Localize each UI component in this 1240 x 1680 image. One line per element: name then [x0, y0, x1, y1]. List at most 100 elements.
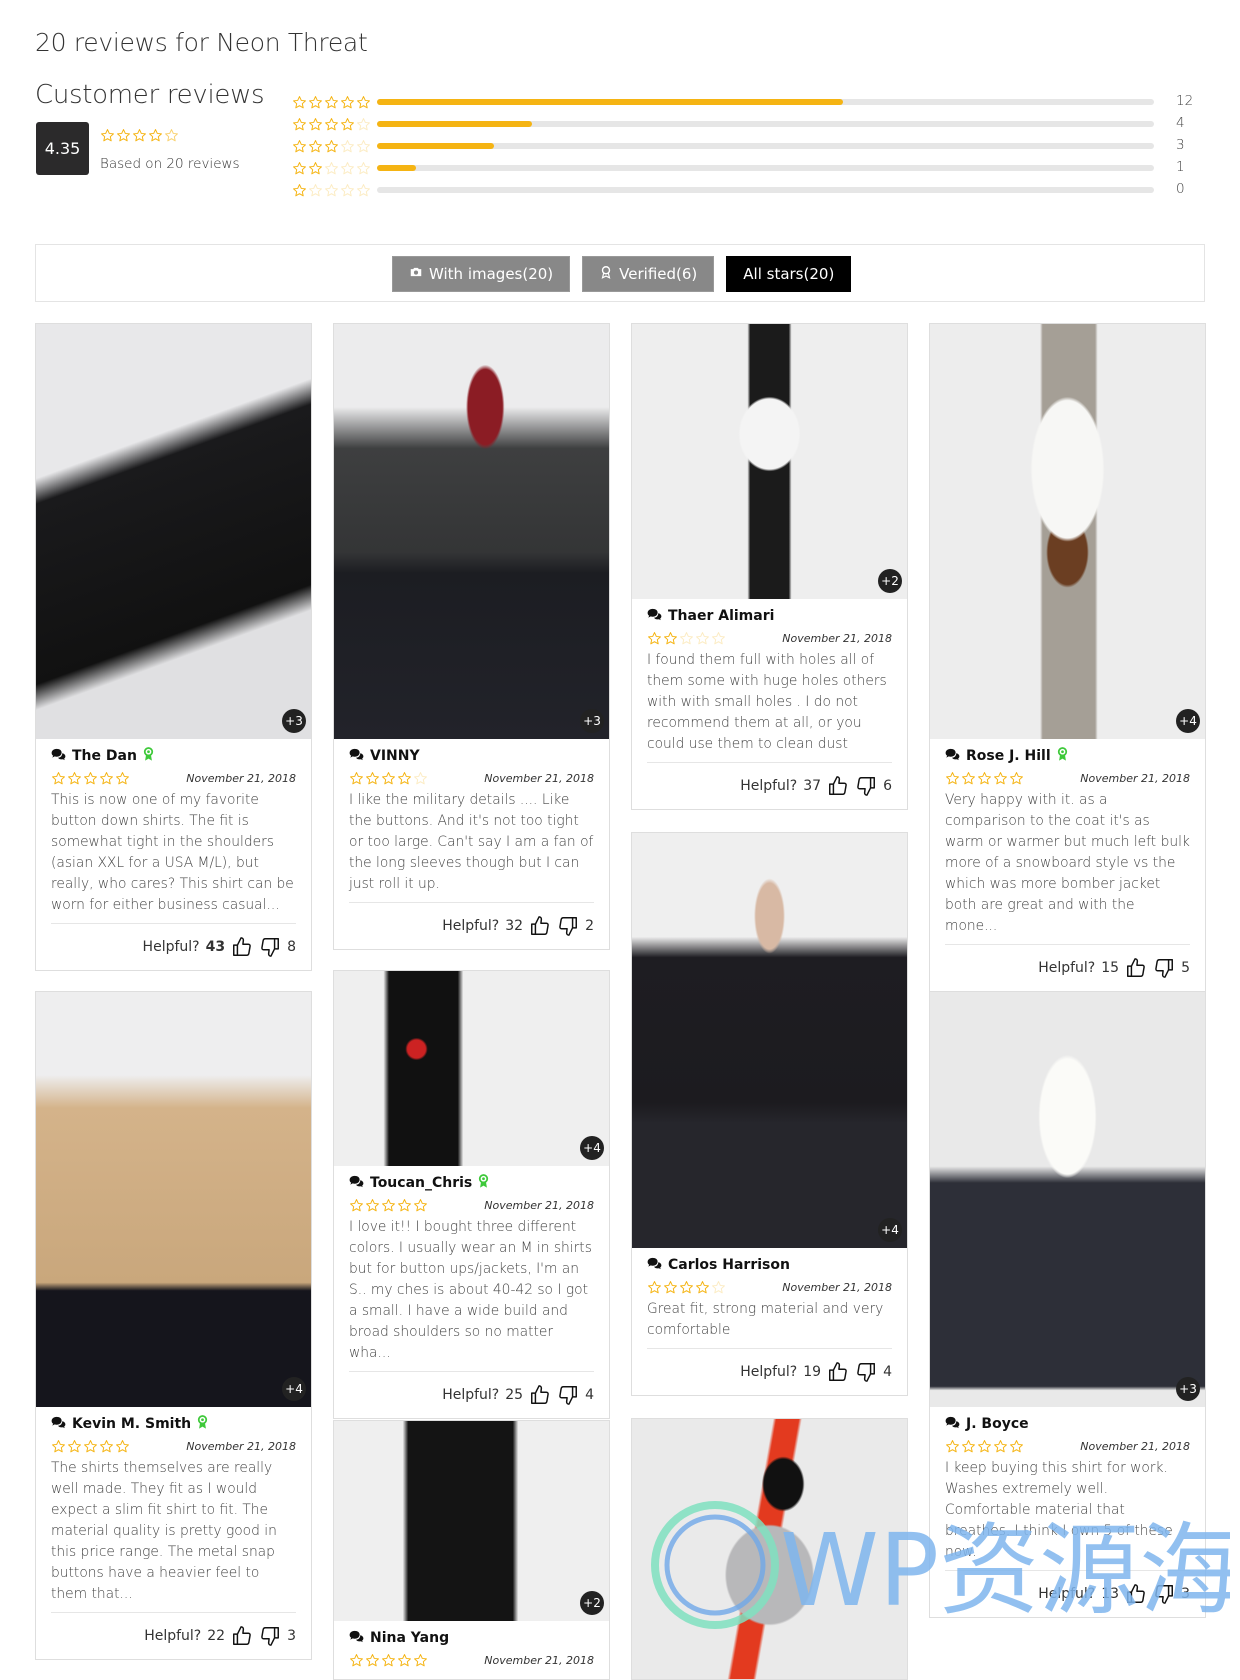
helpful-up-count: 13	[1101, 1586, 1120, 1602]
review-image[interactable]: +4	[36, 992, 311, 1407]
helpful-up-count: 32	[505, 918, 524, 934]
star-filled-icon	[961, 1439, 976, 1454]
review-image[interactable]	[632, 1419, 907, 1679]
thumbs-down-icon[interactable]	[557, 915, 579, 937]
helpful-down-count: 2	[585, 918, 594, 934]
star-empty-icon	[340, 161, 355, 176]
row-stars	[292, 139, 372, 154]
thumbs-down-icon[interactable]	[557, 1384, 579, 1406]
filter-bar: With images(20) Verified(6) All stars(20)	[35, 244, 1205, 302]
filter-verified-button[interactable]: Verified(6)	[582, 256, 715, 292]
rating-count: 0	[1176, 181, 1185, 197]
review-image[interactable]: +4	[334, 971, 609, 1166]
review-card[interactable]: +4 Kevin M. Smith November 21, 2018 The …	[35, 991, 312, 1660]
review-card[interactable]: +2 Nina Yang November 21, 2018	[333, 1420, 610, 1680]
thumbs-down-icon[interactable]	[259, 936, 281, 958]
helpful-label: Helpful?	[740, 1364, 798, 1380]
rating-row-3[interactable]: 3	[292, 135, 1192, 157]
comments-icon	[647, 608, 662, 625]
rating-row-1[interactable]: 0	[292, 179, 1192, 201]
star-empty-icon	[356, 161, 371, 176]
more-images-badge[interactable]: +3	[282, 709, 306, 733]
review-image[interactable]: +3	[36, 324, 311, 739]
review-card[interactable]: +3 VINNY November 21, 2018 I like the mi…	[333, 323, 610, 950]
more-images-badge[interactable]: +3	[580, 709, 604, 733]
thumbs-down-icon[interactable]	[855, 775, 877, 797]
comments-icon	[349, 1175, 364, 1192]
review-image[interactable]: +4	[930, 324, 1205, 739]
filter-with-images-button[interactable]: With images(20)	[392, 256, 571, 292]
review-card[interactable]: +4 Toucan_Chris November 21, 2018 I love…	[333, 970, 610, 1419]
thumbs-down-icon[interactable]	[1153, 957, 1175, 979]
thumbs-up-icon[interactable]	[1125, 1583, 1147, 1605]
review-image[interactable]: +4	[632, 833, 907, 1248]
star-filled-icon	[365, 771, 380, 786]
review-card[interactable]: +4 Carlos Harrison November 21, 2018 Gre…	[631, 832, 908, 1396]
review-card[interactable]: +4 Rose J. Hill November 21, 2018 Very h…	[929, 323, 1206, 992]
review-date: November 21, 2018	[782, 631, 892, 645]
rating-bar-fill	[377, 165, 416, 171]
review-image[interactable]: +3	[334, 324, 609, 739]
more-images-badge[interactable]: +4	[282, 1377, 306, 1401]
thumbs-up-icon[interactable]	[827, 775, 849, 797]
review-image[interactable]: +2	[632, 324, 907, 599]
review-text: I like the military details .... Like th…	[349, 790, 594, 903]
review-text: Very happy with it. as a comparison to t…	[945, 790, 1190, 945]
star-filled-icon	[308, 139, 323, 154]
helpful-row: Helpful? 37 6	[647, 763, 892, 799]
more-images-badge[interactable]: +4	[1176, 709, 1200, 733]
review-card[interactable]: +3 The Dan November 21, 2018 This is now…	[35, 323, 312, 971]
more-images-badge[interactable]: +4	[580, 1136, 604, 1160]
thumbs-up-icon[interactable]	[231, 936, 253, 958]
thumbs-up-icon[interactable]	[529, 1384, 551, 1406]
rating-row-2[interactable]: 1	[292, 157, 1192, 179]
filter-all-stars-button[interactable]: All stars(20)	[726, 256, 852, 292]
star-filled-icon	[349, 771, 364, 786]
review-card[interactable]	[631, 1418, 908, 1680]
comments-icon	[945, 1416, 960, 1433]
rating-row-4[interactable]: 4	[292, 113, 1192, 135]
more-images-badge[interactable]: +2	[580, 1591, 604, 1615]
review-image[interactable]: +3	[930, 992, 1205, 1407]
comments-icon	[349, 748, 364, 765]
star-filled-icon	[413, 1653, 428, 1668]
star-filled-icon	[993, 1439, 1008, 1454]
helpful-down-count: 5	[1181, 960, 1190, 976]
helpful-up-count: 19	[803, 1364, 822, 1380]
star-empty-icon	[340, 139, 355, 154]
rating-bar	[377, 143, 1154, 149]
rating-row-5[interactable]: 12	[292, 91, 1193, 113]
rating-bar	[377, 121, 1154, 127]
review-author: Rose J. Hill	[966, 748, 1051, 764]
star-filled-icon	[292, 183, 307, 198]
review-card[interactable]: +2 Thaer Alimari November 21, 2018 I fou…	[631, 323, 908, 810]
star-filled-icon	[115, 1439, 130, 1454]
more-images-badge[interactable]: +4	[878, 1218, 902, 1242]
star-empty-icon	[164, 128, 179, 143]
thumbs-up-icon[interactable]	[529, 915, 551, 937]
thumbs-down-icon[interactable]	[259, 1625, 281, 1647]
star-filled-icon	[977, 771, 992, 786]
star-filled-icon	[647, 631, 662, 646]
thumbs-down-icon[interactable]	[1153, 1583, 1175, 1605]
thumbs-down-icon[interactable]	[855, 1361, 877, 1383]
helpful-down-count: 6	[883, 778, 892, 794]
star-filled-icon	[67, 1439, 82, 1454]
helpful-down-count: 3	[287, 1628, 296, 1644]
review-text: I found them full with holes all of them…	[647, 650, 892, 763]
thumbs-up-icon[interactable]	[231, 1625, 253, 1647]
review-text: I love it!! I bought three different col…	[349, 1217, 594, 1372]
verified-badge-icon	[143, 746, 154, 766]
helpful-label: Helpful?	[142, 939, 200, 955]
more-images-badge[interactable]: +2	[878, 569, 902, 593]
thumbs-up-icon[interactable]	[827, 1361, 849, 1383]
review-card[interactable]: +3 J. Boyce November 21, 2018 I keep buy…	[929, 991, 1206, 1618]
review-stars	[945, 1439, 1024, 1454]
verified-badge-icon	[478, 1173, 489, 1193]
review-image[interactable]: +2	[334, 1421, 609, 1621]
thumbs-up-icon[interactable]	[1125, 957, 1147, 979]
helpful-up-count: 22	[207, 1628, 226, 1644]
star-empty-icon	[356, 139, 371, 154]
more-images-badge[interactable]: +3	[1176, 1377, 1200, 1401]
rating-distribution: 12 4 3 1 0	[292, 91, 1193, 201]
